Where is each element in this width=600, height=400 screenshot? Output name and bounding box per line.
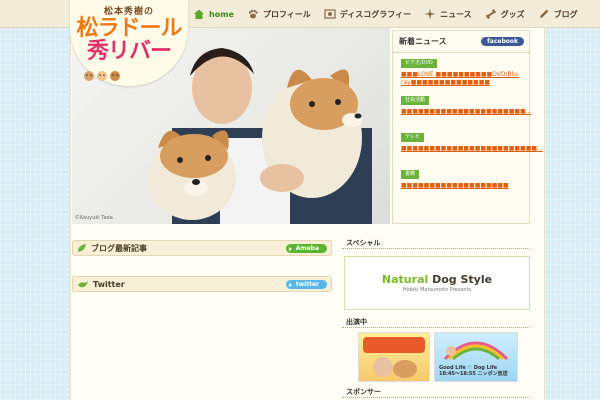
nav-blog-label: ブログ — [553, 9, 578, 19]
news-title: 新着ニュース — [399, 37, 447, 46]
photo-credit: ©Kouyuki Tada — [75, 215, 113, 221]
news-item[interactable]: テレビ ■■■■■■■■■■■■■■■■■■■■■■■■... — [393, 127, 543, 164]
natural-dog-style-banner[interactable]: Natural Dog Style Hideki Matsumoto Prese… — [344, 256, 530, 310]
radio-program-banner[interactable]: Good Life ♡ Dog Life 18:45〜18:55 ニッポン放送 — [434, 332, 518, 382]
pencil-icon — [537, 7, 551, 21]
special-label: スペシャル — [342, 236, 530, 249]
radio-program-art — [443, 341, 509, 361]
nav-discography[interactable]: ディスコグラフィー — [317, 4, 417, 24]
facebook-button[interactable]: facebook — [481, 37, 524, 46]
nav-home[interactable]: home — [186, 4, 240, 24]
blog-latest-title: ブログ最新記事 — [91, 243, 147, 253]
logo-line-2: 秀リバー — [86, 39, 172, 64]
disc-icon — [323, 7, 337, 21]
news-header: 新着ニュース facebook — [393, 31, 529, 53]
tv-program-art — [363, 337, 425, 378]
twitter-header: Twitter twitter — [72, 276, 332, 292]
bone-icon — [484, 7, 498, 21]
nav-blog[interactable]: ブログ — [531, 4, 584, 24]
news-link[interactable]: ■■■■■■■■■■■■■■■■■■■ — [401, 182, 523, 190]
nav-home-label: home — [209, 9, 234, 19]
banner-title-natural: Natural — [381, 273, 429, 286]
news-category: 書籍 — [401, 170, 420, 179]
news-link[interactable]: ■■■■■■■■■■■■■■■■■■■■■■... — [401, 108, 531, 116]
news-panel: 新着ニュース facebook ビデオ/DVD ■■■LOVE ■■■■■■■■… — [392, 30, 543, 224]
news-category: テレビ — [401, 133, 425, 142]
radio-program-caption: Good Life ♡ Dog Life 18:45〜18:55 ニッポン放送 — [439, 365, 508, 377]
banner-subtitle: Hideki Matsumoto Presents — [402, 287, 472, 293]
banner-title-dog-style: Dog Style — [428, 273, 493, 286]
blog-latest-title-wrap: ブログ最新記事 — [77, 243, 147, 254]
ameba-button[interactable]: Ameba — [285, 243, 327, 253]
blog-latest-header: ブログ最新記事 Ameba — [72, 240, 332, 256]
nav-goods-label: グッズ — [500, 9, 525, 19]
nav-profile-label: プロフィール — [262, 9, 311, 19]
twitter-button[interactable]: twitter — [285, 279, 327, 289]
news-item[interactable]: 書籍 ■■■■■■■■■■■■■■■■■■■ — [393, 164, 529, 201]
logo-line-1: 松ラドール — [76, 16, 182, 41]
twitter-title-wrap: Twitter — [77, 279, 125, 289]
bird-icon — [77, 279, 89, 289]
sparkle-icon — [423, 7, 437, 21]
paw-icon — [246, 7, 260, 21]
twitter-title: Twitter — [93, 279, 125, 289]
news-link[interactable]: ■■■■■■■■■■■■■■■■■■■■■■■■... — [401, 145, 543, 153]
banner-title: Natural Dog Style — [382, 273, 492, 286]
sponsor-label: スポンサー — [342, 385, 530, 398]
tv-program-banner[interactable] — [358, 332, 430, 382]
nav-news[interactable]: ニュース — [417, 4, 478, 24]
nav-goods[interactable]: グッズ — [478, 4, 531, 24]
main-nav: home プロフィール ディスコグラフィー ニュース グッズ ブログ — [186, 4, 584, 24]
news-link[interactable]: ■■■LOVE ■■■■■■■■■■DVD/Blu-ray■■■■■■■■■■■… — [401, 71, 523, 87]
onair-label: 出演中 — [342, 315, 530, 328]
nav-news-label: ニュース — [440, 9, 472, 19]
home-icon — [192, 7, 206, 21]
leaf-icon — [77, 243, 87, 253]
news-item[interactable]: ビデオ/DVD ■■■LOVE ■■■■■■■■■■DVD/Blu-ray■■■… — [393, 53, 529, 90]
nav-discography-label: ディスコグラフィー — [339, 9, 412, 19]
news-category: ビデオ/DVD — [401, 59, 437, 68]
dog-faces-icon — [82, 68, 122, 85]
news-category: 社会活動 — [401, 96, 430, 105]
news-item[interactable]: 社会活動 ■■■■■■■■■■■■■■■■■■■■■■... — [393, 90, 531, 127]
nav-profile[interactable]: プロフィール — [240, 4, 317, 24]
